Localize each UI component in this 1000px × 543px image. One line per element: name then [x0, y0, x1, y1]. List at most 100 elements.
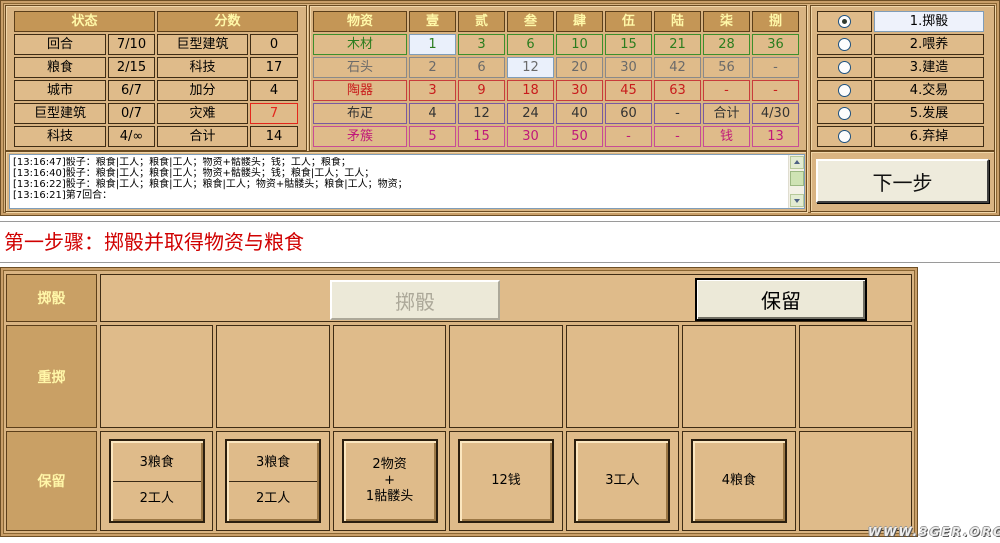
radio-button[interactable] [838, 15, 851, 28]
status-value: 0/7 [108, 103, 155, 124]
kept-die[interactable]: 3粮食 2工人 [108, 439, 205, 523]
divider-line [0, 221, 1000, 222]
goods-value: 3 [409, 80, 456, 101]
kept-slot: 12钱 [449, 431, 563, 531]
status-table: 状态 分数 回合 7/10 巨型建筑 0 粮食 2/15 科技 17 城市 6/… [14, 11, 298, 147]
phase-label-feed[interactable]: 2.喂养 [874, 34, 984, 55]
scroll-thumb[interactable] [790, 171, 804, 186]
keep-button[interactable]: 保留 [695, 278, 867, 321]
status-label: 科技 [14, 126, 106, 147]
goods-header: 壹 [409, 11, 456, 32]
phase-label-discard[interactable]: 6.弃掉 [874, 126, 984, 147]
score-label: 灾难 [157, 103, 248, 124]
goods-total-value: 4/30 [752, 103, 799, 124]
goods-header: 伍 [605, 11, 652, 32]
phase-radio-discard[interactable] [817, 126, 872, 147]
status-value: 6/7 [108, 80, 155, 101]
radio-button[interactable] [838, 107, 851, 120]
die-face-text: + [384, 473, 396, 488]
goods-value: 30 [605, 57, 652, 78]
scroll-up-arrow-icon[interactable] [790, 156, 804, 169]
roll-button[interactable]: 掷骰 [330, 280, 500, 320]
log-line: [13:16:22]骰子：粮食|工人；粮食|工人；粮食|工人；物资+骷髅头；粮食… [13, 179, 408, 190]
phase-radio-trade[interactable] [817, 80, 872, 101]
goods-value: 6 [507, 34, 554, 55]
goods-value: 30 [507, 126, 554, 147]
status-label: 回合 [14, 34, 106, 55]
goods-value: 20 [556, 57, 603, 78]
radio-button[interactable] [838, 84, 851, 97]
kept-slots: 3粮食 2工人 3粮食 2工人 2物资 + 1骷髅头 12钱 3工人 4粮食 [100, 431, 912, 531]
die-option[interactable]: 2工人 [111, 482, 203, 518]
phase-radio-feed[interactable] [817, 34, 872, 55]
status-value: 7/10 [108, 34, 155, 55]
score-label: 科技 [157, 57, 248, 78]
phase-label-roll[interactable]: 1.掷骰 [874, 11, 984, 32]
goods-value: 15 [458, 126, 505, 147]
reroll-slot [565, 325, 680, 428]
kept-die[interactable]: 3粮食 2工人 [225, 439, 322, 523]
log-line: [13:16:21]第7回合： [13, 190, 113, 201]
status-label: 粮食 [14, 57, 106, 78]
goods-header: 叁 [507, 11, 554, 32]
radio-button[interactable] [838, 130, 851, 143]
goods-name: 石头 [313, 57, 407, 78]
radio-button[interactable] [838, 61, 851, 74]
kept-slot: 4粮食 [682, 431, 796, 531]
log-box[interactable]: [13:16:47]骰子：粮食|工人；粮食|工人；物资+骷髅头；钱；工人；粮食；… [9, 154, 805, 209]
next-step-button[interactable]: 下一步 [816, 159, 989, 203]
disaster-score-value: 7 [250, 103, 298, 124]
scroll-down-arrow-icon[interactable] [790, 194, 804, 207]
game-status-panel: 状态 分数 回合 7/10 巨型建筑 0 粮食 2/15 科技 17 城市 6/… [0, 0, 1000, 216]
phase-radio-roll[interactable] [817, 11, 872, 32]
goods-value: 21 [654, 34, 701, 55]
log-line: [13:16:47]骰子：粮食|工人；粮食|工人；物资+骷髅头；钱；工人；粮食； [13, 157, 351, 168]
kept-slot: 3粮食 2工人 [216, 431, 330, 531]
step-title: 第一步骤：掷骰并取得物资与粮食 [4, 230, 304, 254]
status-label: 巨型建筑 [14, 103, 106, 124]
kept-die[interactable]: 4粮食 [690, 439, 787, 523]
goods-value: 36 [752, 34, 799, 55]
log-line: [13:16:40]骰子：粮食|工人；粮食|工人；物资+骷髅头；钱；粮食|工人；… [13, 168, 375, 179]
goods-value: 9 [458, 80, 505, 101]
phase-label-trade[interactable]: 4.交易 [874, 80, 984, 101]
goods-total-label: 合计 [703, 103, 750, 124]
status-value: 2/15 [108, 57, 155, 78]
radio-button[interactable] [838, 38, 851, 51]
phase-radio-build[interactable] [817, 57, 872, 78]
goods-value: - [605, 126, 652, 147]
phase-label-develop[interactable]: 5.发展 [874, 103, 984, 124]
kept-die[interactable]: 12钱 [457, 439, 554, 523]
total-score-value: 14 [250, 126, 298, 147]
phase-radio-develop[interactable] [817, 103, 872, 124]
money-value: 13 [752, 126, 799, 147]
reroll-slot [449, 325, 563, 428]
goods-value: - [752, 57, 799, 78]
goods-value: 2 [409, 57, 456, 78]
log-scrollbar[interactable] [788, 155, 804, 208]
kept-die[interactable]: 2物资 + 1骷髅头 [341, 439, 438, 523]
goods-value: 12 [507, 57, 554, 78]
goods-value: 4 [409, 103, 456, 124]
goods-table: 物资 壹 贰 叁 肆 伍 陆 柒 捌 木材 1 3 6 10 15 21 28 … [313, 11, 799, 147]
reroll-slot [682, 325, 796, 428]
goods-value: 30 [556, 80, 603, 101]
score-value: 4 [250, 80, 298, 101]
goods-value: 42 [654, 57, 701, 78]
kept-die[interactable]: 3工人 [574, 439, 671, 523]
die-option[interactable]: 2工人 [227, 482, 319, 518]
score-label: 合计 [157, 126, 248, 147]
goods-value: 24 [507, 103, 554, 124]
phase-label-build[interactable]: 3.建造 [874, 57, 984, 78]
die-face-text: 1骷髅头 [365, 489, 414, 504]
die-option[interactable]: 3粮食 [111, 445, 203, 481]
money-label: 钱 [703, 126, 750, 147]
site-watermark: WWW.3GER.ORG [868, 525, 1000, 539]
log-text: [13:16:47]骰子：粮食|工人；粮食|工人；物资+骷髅头；钱；工人；粮食；… [13, 157, 786, 201]
reroll-slot [100, 325, 214, 428]
kept-slot: 2物资 + 1骷髅头 [332, 431, 447, 531]
goods-value: - [752, 80, 799, 101]
die-option[interactable]: 3粮食 [227, 445, 319, 481]
reroll-slot [798, 325, 912, 428]
goods-value: 45 [605, 80, 652, 101]
